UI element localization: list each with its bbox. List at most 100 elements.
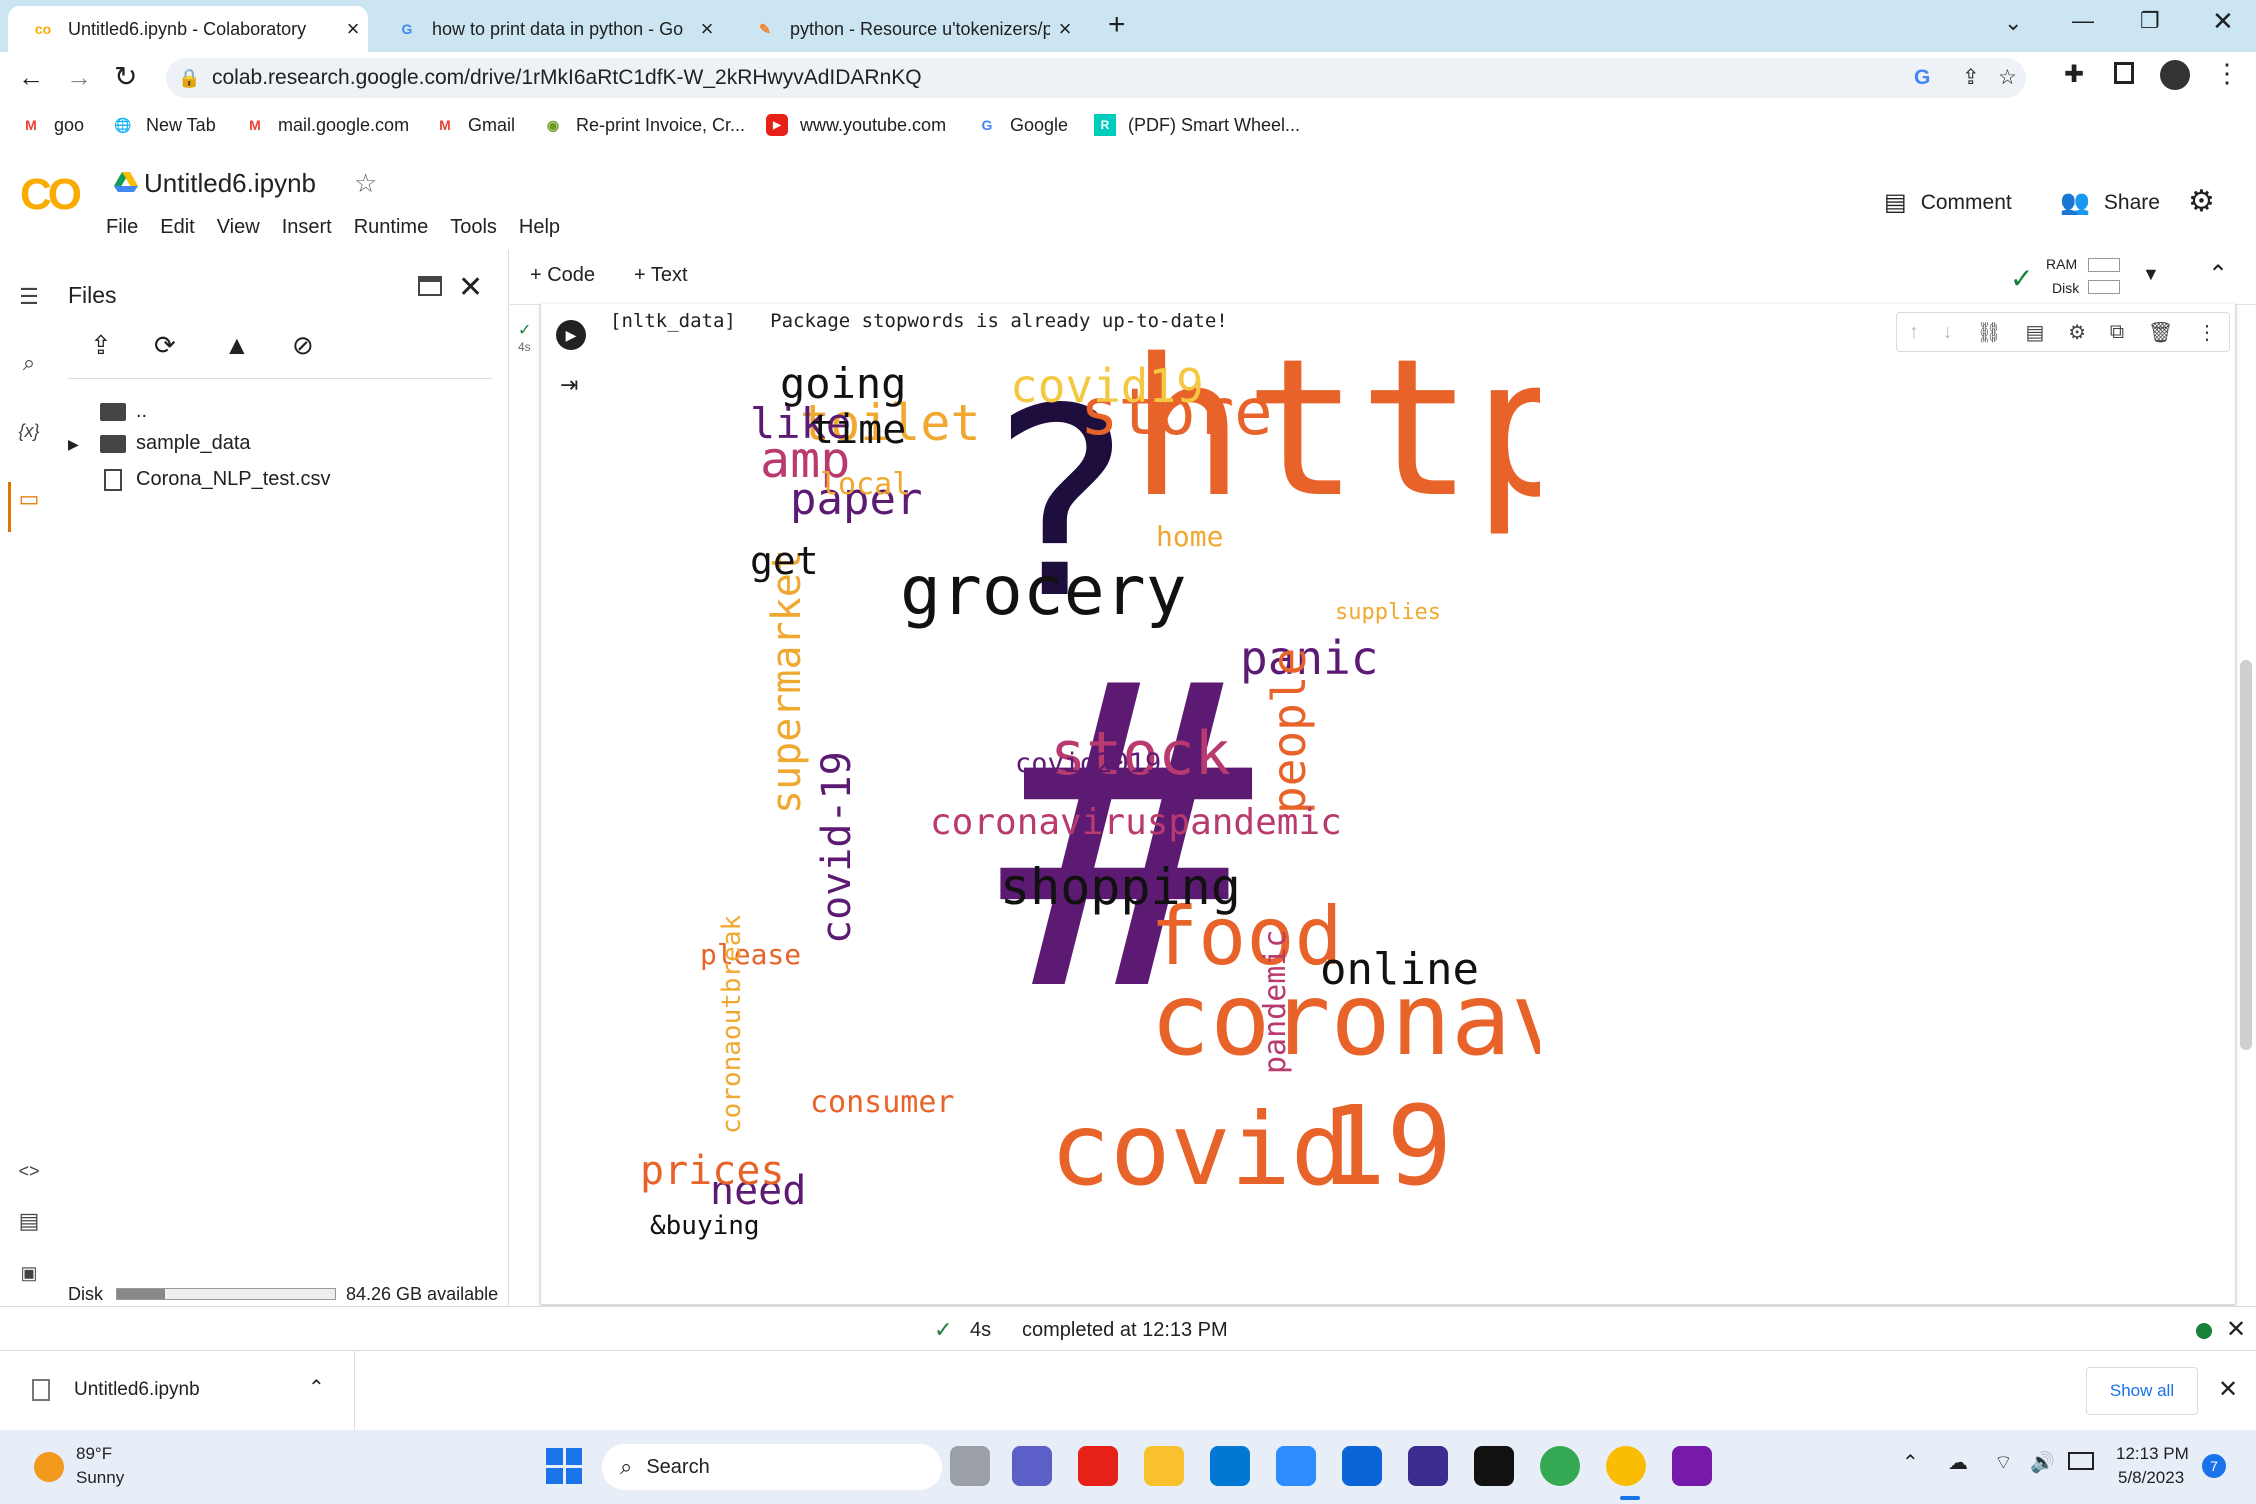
share-page-icon[interactable]: ⇪	[1962, 58, 1980, 98]
move-up-icon[interactable]: ↑	[1909, 321, 1919, 344]
search-icon[interactable]: ⌕	[12, 346, 46, 380]
gear-icon[interactable]: ⚙	[2068, 320, 2086, 345]
bookmark-mail[interactable]: Mmail.google.com	[244, 114, 409, 136]
share-button[interactable]: 👥 Share	[2060, 188, 2160, 217]
notebook-title[interactable]: Untitled6.ipynb	[144, 168, 316, 199]
onenote-icon[interactable]	[1672, 1446, 1712, 1486]
scrollbar[interactable]	[2240, 660, 2252, 1050]
volume-icon[interactable]: 🔊	[2030, 1450, 2055, 1475]
show-all-button[interactable]: Show all	[2086, 1367, 2198, 1415]
expand-arrow-icon[interactable]: ▶	[68, 436, 79, 453]
upload-icon[interactable]: ⇪	[90, 330, 112, 361]
zoom-icon[interactable]	[1276, 1446, 1316, 1486]
table-of-contents-icon[interactable]: ☰	[12, 280, 46, 314]
menu-edit[interactable]: Edit	[160, 216, 194, 238]
move-down-icon[interactable]: ↓	[1943, 321, 1953, 344]
close-icon[interactable]: ✕	[2218, 1375, 2238, 1404]
star-icon[interactable]: ☆	[1998, 58, 2017, 98]
close-icon[interactable]: ×	[692, 16, 722, 42]
minimize-icon[interactable]: —	[2072, 8, 2094, 34]
task-view-icon[interactable]	[950, 1446, 990, 1486]
netflix-icon[interactable]	[1474, 1446, 1514, 1486]
taskbar-search[interactable]: ⌕ Search	[602, 1444, 942, 1490]
clock-date[interactable]: 5/8/2023	[2118, 1468, 2184, 1488]
link-icon[interactable]: ⛓	[1976, 320, 2001, 345]
menu-runtime[interactable]: Runtime	[354, 216, 428, 238]
open-in-tab-icon[interactable]	[418, 276, 442, 296]
menu-view[interactable]: View	[217, 216, 260, 238]
google-lens-icon[interactable]: G	[1914, 58, 1930, 98]
mirror-cell-icon[interactable]: ⧉	[2110, 321, 2124, 344]
notification-badge[interactable]: 7	[2202, 1454, 2226, 1478]
gear-icon[interactable]: ⚙	[2188, 184, 2215, 219]
colab-logo[interactable]: CO	[20, 170, 82, 220]
comment-button[interactable]: ▤ Comment	[1884, 188, 2012, 217]
copilot-icon[interactable]	[1408, 1446, 1448, 1486]
chrome-icon[interactable]	[1540, 1446, 1580, 1486]
file-explorer-icon[interactable]	[1144, 1446, 1184, 1486]
reload-icon[interactable]: ↻	[114, 60, 137, 93]
run-cell-button[interactable]: ▶	[556, 320, 586, 350]
disk-meter[interactable]	[2088, 280, 2120, 294]
bookmark-goo[interactable]: Mgoo	[20, 114, 84, 136]
address-bar[interactable]: 🔒 colab.research.google.com/drive/1rMkI6…	[166, 58, 2026, 98]
trash-icon[interactable]: 🗑	[2148, 320, 2173, 345]
bookmark-gmail[interactable]: M Gmail	[434, 114, 515, 136]
tab-stackoverflow[interactable]: ✎ python - Resource u'tokenizers/p ×	[730, 6, 1080, 52]
star-icon[interactable]: ☆	[354, 168, 377, 199]
menu-insert[interactable]: Insert	[282, 216, 332, 238]
clock-time[interactable]: 12:13 PM	[2116, 1444, 2189, 1464]
more-vert-icon[interactable]: ⋮	[2214, 58, 2240, 89]
output-action-icon[interactable]: ⇥	[560, 372, 578, 398]
restore-icon[interactable]: ❐	[2140, 8, 2160, 34]
bookmark-new-tab[interactable]: 🌐 New Tab	[112, 114, 215, 136]
chevron-down-icon[interactable]: ⌄	[2004, 10, 2022, 36]
weather-sun-icon[interactable]	[34, 1452, 64, 1482]
bookmark-google[interactable]: G Google	[976, 114, 1069, 136]
forward-icon[interactable]: →	[66, 62, 92, 93]
mail-icon[interactable]	[1342, 1446, 1382, 1486]
close-icon[interactable]: ✕	[2226, 1315, 2246, 1344]
bookmark-youtube[interactable]: ▶ www.youtube.com	[766, 114, 946, 136]
close-icon[interactable]: ×	[1050, 16, 1080, 42]
file-tree-folder[interactable]: sample_data	[100, 432, 251, 455]
refresh-icon[interactable]: ⟳	[154, 330, 176, 361]
tab-google-search[interactable]: G how to print data in python - Go ×	[372, 6, 722, 52]
more-vert-icon[interactable]: ⋮	[2197, 320, 2217, 345]
add-code-button[interactable]: + Code	[530, 264, 595, 287]
folder-icon[interactable]: ▭	[12, 482, 46, 516]
mount-drive-icon[interactable]: ▲	[224, 330, 250, 361]
menu-file[interactable]: File	[106, 216, 138, 238]
chevron-up-icon[interactable]: ⌃	[1902, 1450, 1919, 1475]
file-tree-file[interactable]: Corona_NLP_test.csv	[104, 468, 331, 491]
close-icon[interactable]: ×	[338, 16, 368, 42]
chrome-profile-icon[interactable]	[1606, 1446, 1646, 1486]
menu-help[interactable]: Help	[519, 216, 560, 238]
add-text-button[interactable]: + Text	[634, 264, 688, 287]
new-tab-button[interactable]: +	[1108, 8, 1126, 42]
side-panel-icon[interactable]	[2114, 62, 2134, 84]
download-item[interactable]: Untitled6.ipynb ⌃	[0, 1351, 355, 1431]
code-snippets-icon[interactable]: <>	[12, 1154, 46, 1188]
command-palette-icon[interactable]: ▤	[12, 1204, 46, 1238]
close-icon[interactable]: ✕	[458, 270, 483, 305]
battery-icon[interactable]	[2068, 1452, 2094, 1470]
hidden-files-icon[interactable]: ⊘	[292, 330, 314, 361]
variables-icon[interactable]: {x}	[12, 414, 46, 448]
back-icon[interactable]: ←	[18, 62, 44, 93]
bookmark-pdf[interactable]: R (PDF) Smart Wheel...	[1094, 114, 1300, 136]
menu-tools[interactable]: Tools	[450, 216, 497, 238]
chevron-up-icon[interactable]: ⌃	[308, 1375, 325, 1400]
chevron-down-icon[interactable]: ▼	[2142, 264, 2160, 285]
tab-colab[interactable]: co Untitled6.ipynb - Colaboratory ×	[8, 6, 368, 52]
microsoft-store-icon[interactable]	[1210, 1446, 1250, 1486]
windows-start-icon[interactable]	[546, 1448, 582, 1484]
profile-avatar[interactable]	[2160, 60, 2190, 90]
file-tree-parent[interactable]: ..	[100, 400, 147, 423]
chevron-up-icon[interactable]: ⌃	[2208, 260, 2228, 289]
extensions-icon[interactable]: ✚	[2064, 60, 2084, 89]
bookmark-invoice[interactable]: ◉ Re-print Invoice, Cr...	[542, 114, 745, 136]
terminal-icon[interactable]: ▣	[12, 1256, 46, 1290]
cloud-icon[interactable]: ☁	[1948, 1450, 1968, 1475]
window-close-icon[interactable]: ✕	[2212, 6, 2234, 37]
